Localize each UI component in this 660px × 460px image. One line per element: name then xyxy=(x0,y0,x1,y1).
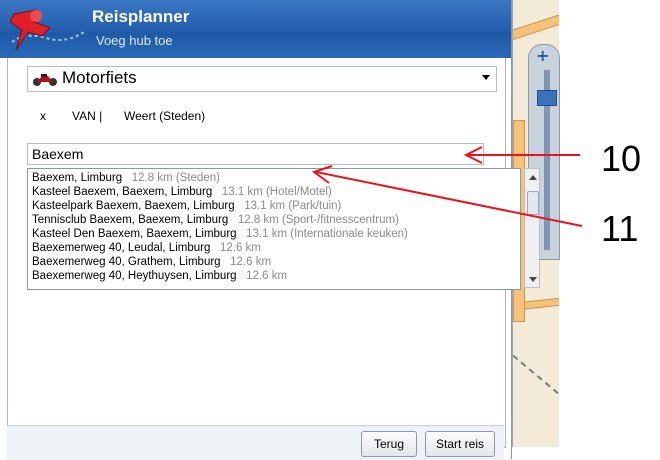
arrow-11 xyxy=(315,171,583,227)
annotation-label-10: 10 xyxy=(601,138,642,179)
annotation-label-11: 11 xyxy=(601,208,639,249)
annotation-arrows xyxy=(311,146,583,227)
